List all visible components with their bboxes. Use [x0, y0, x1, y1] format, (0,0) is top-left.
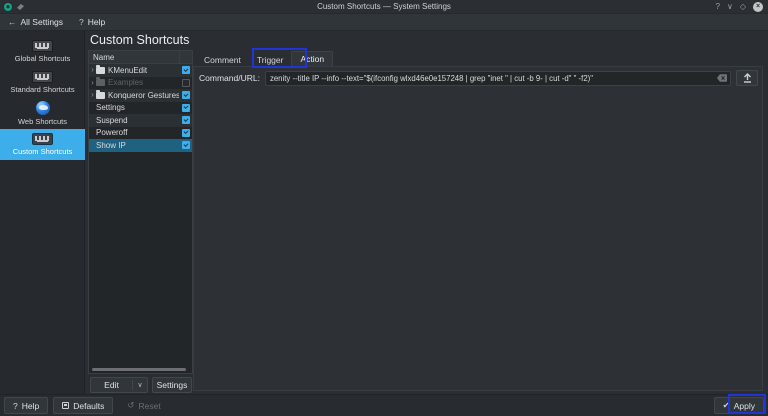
help-menu-button[interactable]: ? Help: [79, 17, 105, 27]
app-icon: [4, 3, 12, 11]
window-title: Custom Shortcuts — System Settings: [120, 2, 648, 11]
window-close-icon[interactable]: ×: [753, 2, 763, 12]
checkbox-checked[interactable]: [182, 66, 190, 74]
help-button[interactable]: ? Help: [4, 397, 48, 414]
sidebar: Global Shortcuts Standard Shortcuts Web …: [0, 31, 85, 394]
edit-button[interactable]: Edit ∨: [90, 377, 148, 393]
globe-icon: [36, 101, 50, 115]
action-tab-page: Command/URL:: [193, 66, 763, 391]
tree-row-konqueror-gestures[interactable]: › Konqueror Gestures: [89, 89, 192, 102]
tree-row-examples[interactable]: › Examples: [89, 77, 192, 90]
help-menu-label: Help: [88, 17, 105, 27]
tree-rows: › KMenuEdit › Examples › Konqueror Gestu…: [89, 64, 192, 373]
edit-button-label: Edit: [91, 380, 132, 390]
tree-row-label: Show IP: [96, 141, 179, 150]
tab-comment[interactable]: Comment: [196, 53, 249, 66]
sidebar-item-label: Web Shortcuts: [18, 117, 67, 126]
browse-file-button[interactable]: [736, 70, 758, 86]
check-icon: ✔: [723, 400, 730, 411]
tab-action[interactable]: Action: [291, 51, 333, 66]
window-shade-icon[interactable]: ∨: [727, 2, 733, 12]
sidebar-item-standard-shortcuts[interactable]: Standard Shortcuts: [0, 67, 85, 98]
all-settings-button[interactable]: ← All Settings: [8, 17, 63, 27]
all-settings-label: All Settings: [21, 17, 64, 27]
command-url-label: Command/URL:: [199, 73, 260, 83]
tree-row-label: Konqueror Gestures: [108, 91, 179, 100]
tree-header-checkbox-column: [179, 51, 192, 63]
checkbox-checked[interactable]: [182, 104, 190, 112]
tree-row-show-ip[interactable]: Show IP: [89, 139, 192, 152]
folder-icon: [96, 79, 105, 86]
tree-row-suspend[interactable]: Suspend: [89, 114, 192, 127]
keyboard-icon: [32, 133, 53, 145]
title-bar: Custom Shortcuts — System Settings ? ∨ ◇…: [0, 0, 768, 14]
settings-button-label: Settings: [157, 380, 188, 390]
reset-icon: ↺: [127, 400, 134, 411]
tree-row-label: Settings: [96, 103, 179, 112]
tree-header-name[interactable]: Name: [89, 53, 179, 62]
settings-button[interactable]: Settings: [152, 377, 192, 393]
chevron-down-icon[interactable]: ∨: [133, 381, 147, 389]
reset-button-label: Reset: [139, 401, 161, 411]
tree-row-poweroff[interactable]: Poweroff: [89, 127, 192, 140]
checkbox-checked[interactable]: [182, 129, 190, 137]
tab-trigger[interactable]: Trigger: [249, 53, 292, 66]
shortcut-tree: Name › KMenuEdit › Examples › Konqueror …: [88, 50, 193, 374]
tab-label: Trigger: [257, 55, 284, 65]
sidebar-item-label: Standard Shortcuts: [10, 85, 74, 94]
open-file-icon: [743, 73, 752, 83]
defaults-button-label: Defaults: [73, 401, 104, 411]
clear-text-icon[interactable]: [717, 74, 727, 82]
folder-icon: [96, 67, 105, 74]
folder-icon: [96, 92, 105, 99]
sidebar-item-custom-shortcuts[interactable]: Custom Shortcuts: [0, 129, 85, 160]
horizontal-scrollbar[interactable]: [92, 368, 186, 371]
apply-button[interactable]: ✔ Apply: [714, 397, 764, 414]
keyboard-icon: [32, 40, 53, 52]
tree-row-settings[interactable]: Settings: [89, 102, 192, 115]
toolbar: ← All Settings ? Help: [0, 14, 768, 31]
help-button-label: Help: [22, 401, 39, 411]
help-icon: ?: [79, 17, 84, 27]
tree-row-label: Poweroff: [96, 128, 179, 137]
tree-row-kmenuedit[interactable]: › KMenuEdit: [89, 64, 192, 77]
apply-button-label: Apply: [734, 401, 755, 411]
help-icon: ?: [13, 401, 18, 411]
sidebar-item-web-shortcuts[interactable]: Web Shortcuts: [0, 98, 85, 129]
sidebar-item-global-shortcuts[interactable]: Global Shortcuts: [0, 36, 85, 67]
page-title: Custom Shortcuts: [90, 33, 189, 47]
expander-icon[interactable]: ›: [89, 90, 96, 100]
command-input-wrap: [265, 71, 731, 86]
expander-icon[interactable]: ›: [89, 65, 96, 75]
back-arrow-icon: ←: [8, 17, 17, 27]
tree-header[interactable]: Name: [89, 51, 192, 64]
sidebar-item-label: Custom Shortcuts: [13, 147, 73, 156]
reset-button: ↺ Reset: [118, 397, 169, 414]
window-maximize-icon[interactable]: ◇: [740, 2, 746, 12]
tab-label: Comment: [204, 55, 241, 65]
footer-bar: ? Help Defaults ↺ Reset ✔ Apply: [0, 394, 768, 416]
checkbox-unchecked[interactable]: [182, 79, 190, 87]
defaults-icon: [62, 402, 69, 409]
pin-icon: [17, 3, 24, 10]
checkbox-checked[interactable]: [182, 116, 190, 124]
keyboard-icon: [32, 71, 53, 83]
expander-icon[interactable]: ›: [89, 78, 96, 88]
defaults-button[interactable]: Defaults: [53, 397, 113, 414]
command-input[interactable]: [266, 72, 717, 85]
sidebar-item-label: Global Shortcuts: [15, 54, 70, 63]
tab-bar: Comment Trigger Action: [196, 51, 333, 66]
tree-row-label: Suspend: [96, 116, 179, 125]
tree-row-label: Examples: [108, 78, 179, 87]
tree-row-label: KMenuEdit: [108, 66, 179, 75]
checkbox-checked[interactable]: [182, 141, 190, 149]
window-help-icon[interactable]: ?: [716, 2, 720, 12]
tab-label: Action: [300, 54, 324, 64]
checkbox-checked[interactable]: [182, 91, 190, 99]
